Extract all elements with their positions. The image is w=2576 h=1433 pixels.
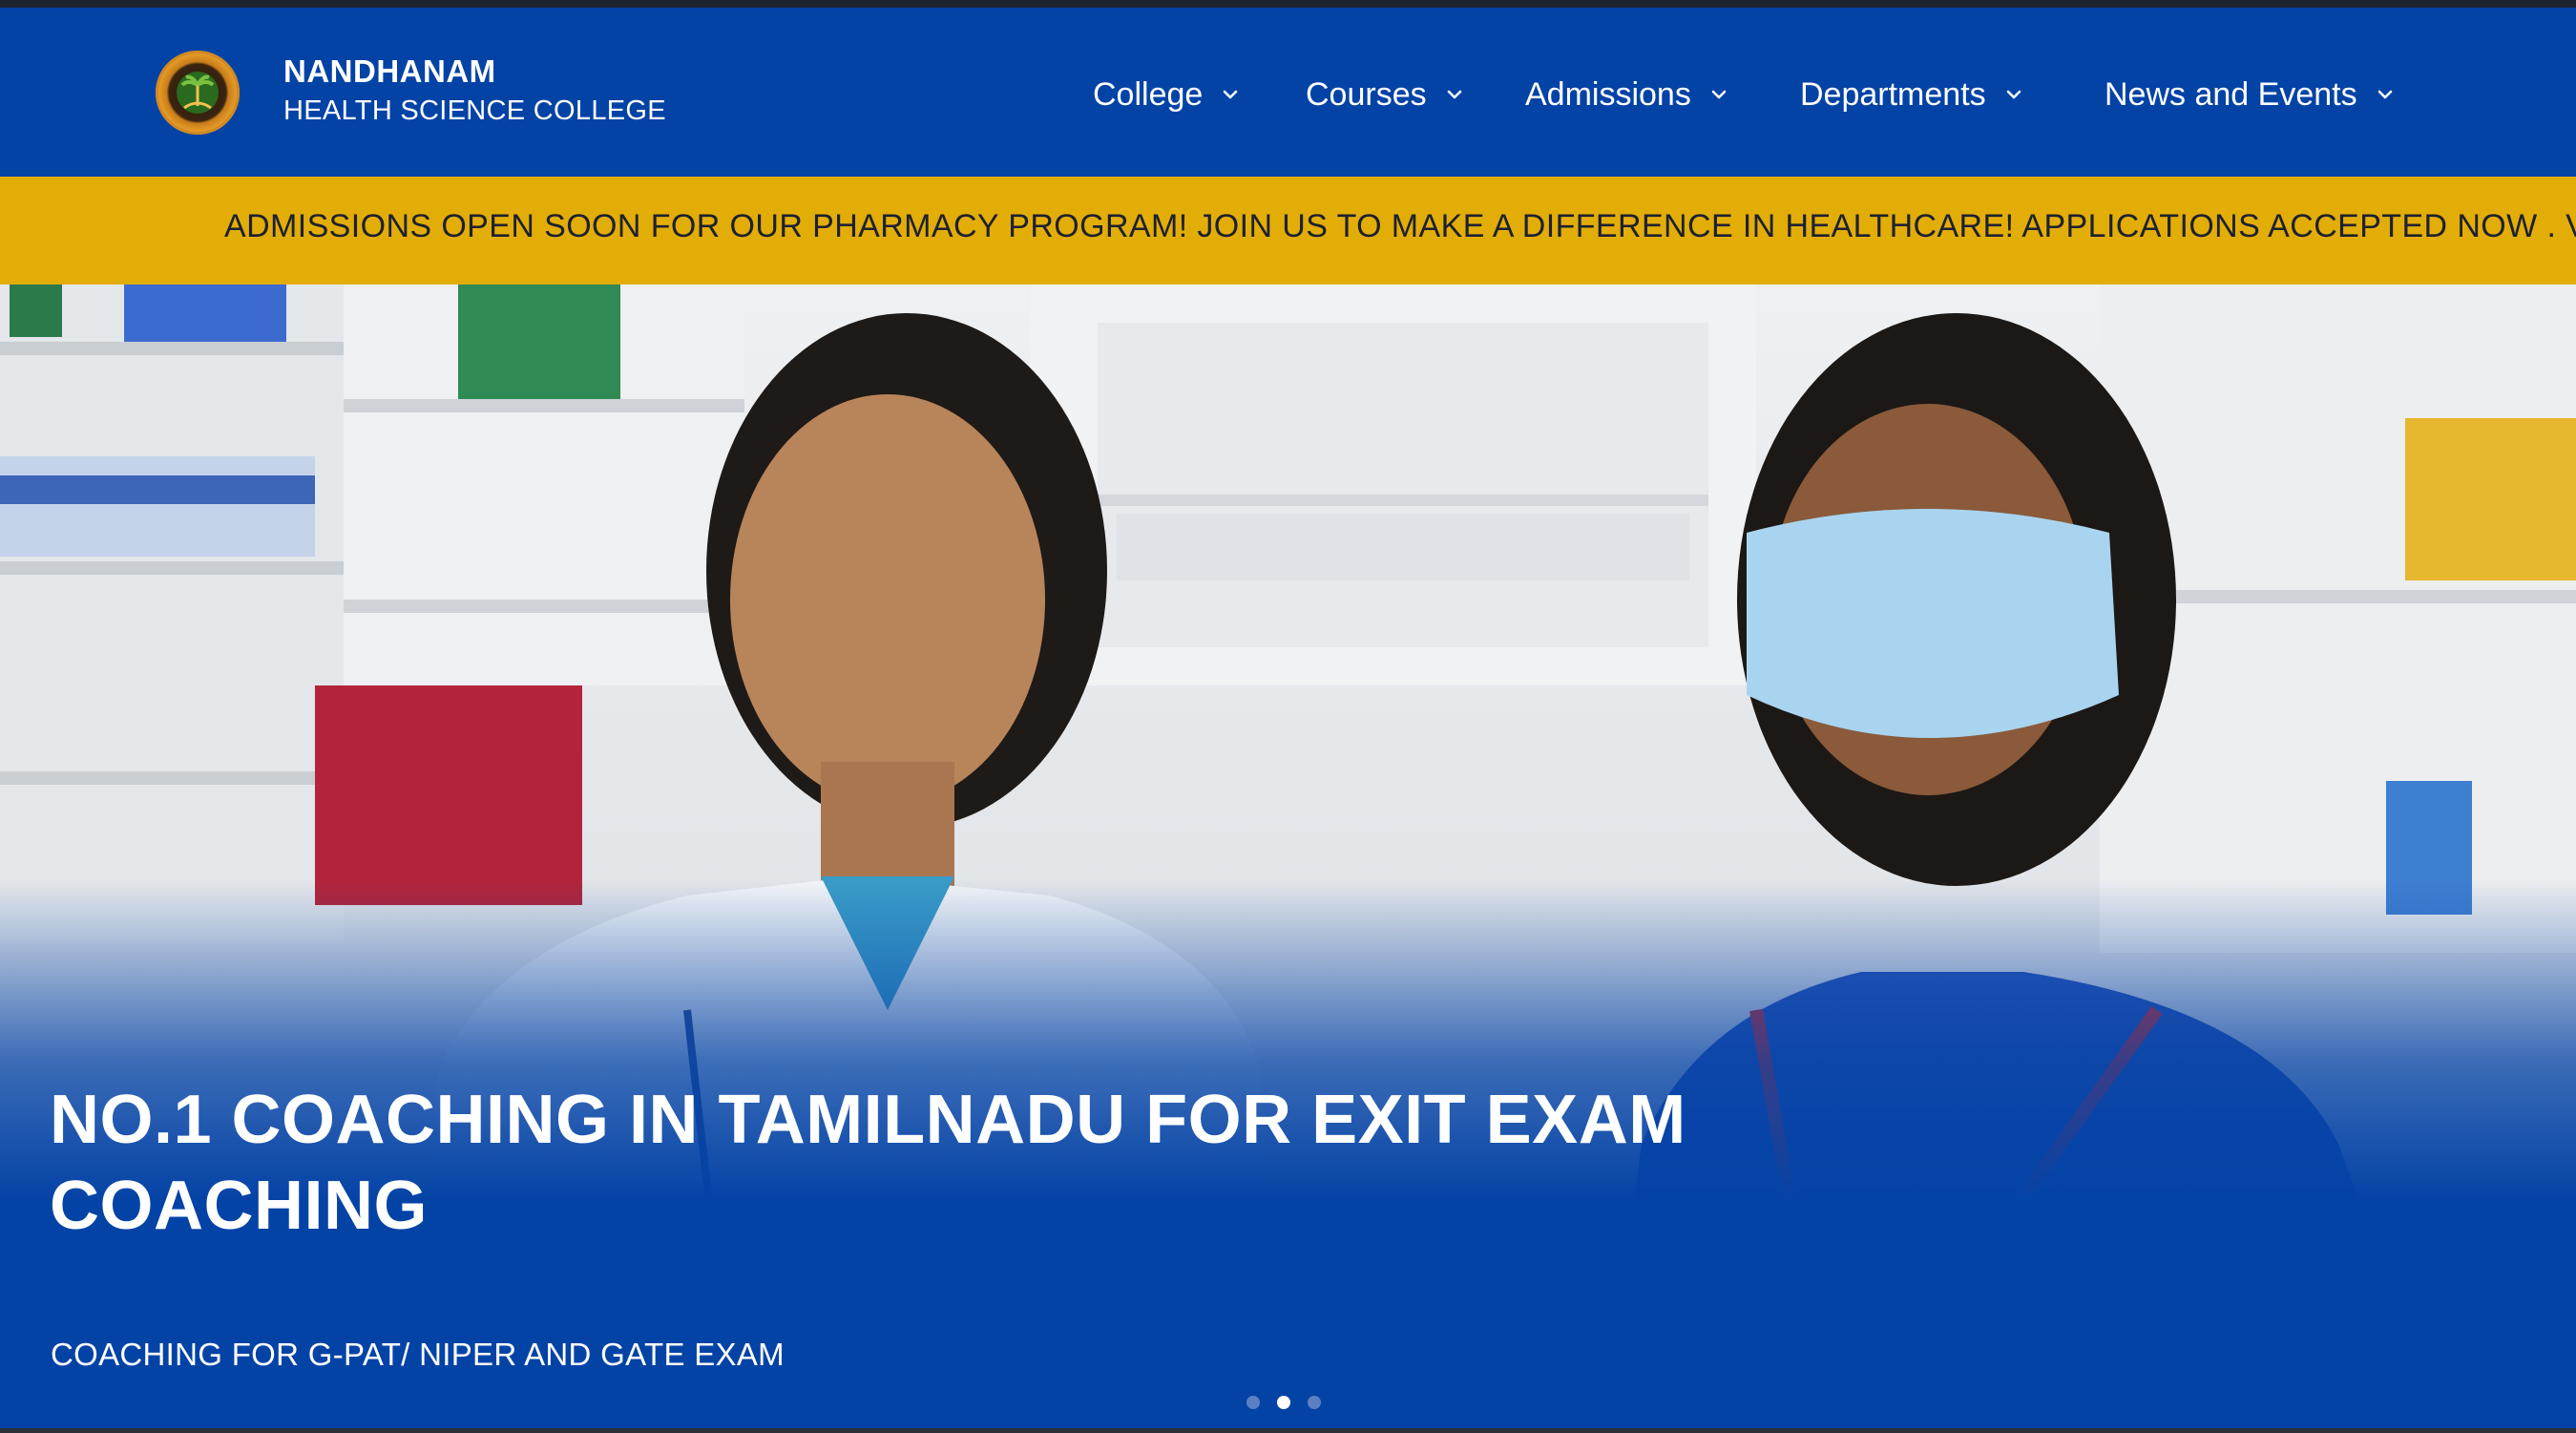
main-nav: College Courses Admissions Departments N… <box>0 8 2576 177</box>
nav-label: Admissions <box>1525 75 1691 113</box>
nav-label: College <box>1093 75 1204 113</box>
slider-pagination <box>1246 1396 1321 1409</box>
chevron-down-icon <box>1224 90 1238 99</box>
hero-slider: NO.1 COACHING IN TAMILNADU FOR EXIT EXAM… <box>0 284 2576 1428</box>
chevron-down-icon <box>2377 90 2392 99</box>
nav-courses[interactable]: Courses <box>1306 71 1465 118</box>
page: NANDHANAM HEALTH SCIENCE COLLEGE College… <box>0 0 2576 1433</box>
nav-college[interactable]: College <box>1093 71 1241 118</box>
slide-dot-3[interactable] <box>1308 1396 1321 1409</box>
nav-departments[interactable]: Departments <box>1800 71 2024 118</box>
chevron-down-icon <box>2006 90 2021 99</box>
top-border <box>0 0 2576 8</box>
chevron-down-icon <box>1711 90 1727 99</box>
site-header: NANDHANAM HEALTH SCIENCE COLLEGE College… <box>0 8 2576 177</box>
nav-label: News and Events <box>2105 75 2357 113</box>
hero-subtitle: COACHING FOR G-PAT/ NIPER AND GATE EXAM <box>51 1337 785 1372</box>
slide-dot-1[interactable] <box>1246 1396 1260 1409</box>
announcement-ticker: ADMISSIONS OPEN SOON FOR OUR PHARMACY PR… <box>0 177 2576 284</box>
hero-title: NO.1 COACHING IN TAMILNADU FOR EXIT EXAM… <box>50 1077 1863 1249</box>
slide-dot-2[interactable] <box>1277 1396 1290 1409</box>
nav-admissions[interactable]: Admissions <box>1525 71 1729 118</box>
nav-news-and-events[interactable]: News and Events <box>2105 71 2396 118</box>
hero-title-line1: NO.1 COACHING IN TAMILNADU FOR EXIT EXAM <box>50 1082 1686 1158</box>
nav-label: Courses <box>1306 75 1427 113</box>
hero-title-line2: COACHING <box>50 1168 428 1244</box>
ticker-text[interactable]: ADMISSIONS OPEN SOON FOR OUR PHARMACY PR… <box>224 208 2576 245</box>
hero-gradient-overlay <box>0 284 2576 1428</box>
nav-label: Departments <box>1800 75 1986 113</box>
chevron-down-icon <box>1447 90 1461 99</box>
bottom-border <box>0 1428 2576 1433</box>
